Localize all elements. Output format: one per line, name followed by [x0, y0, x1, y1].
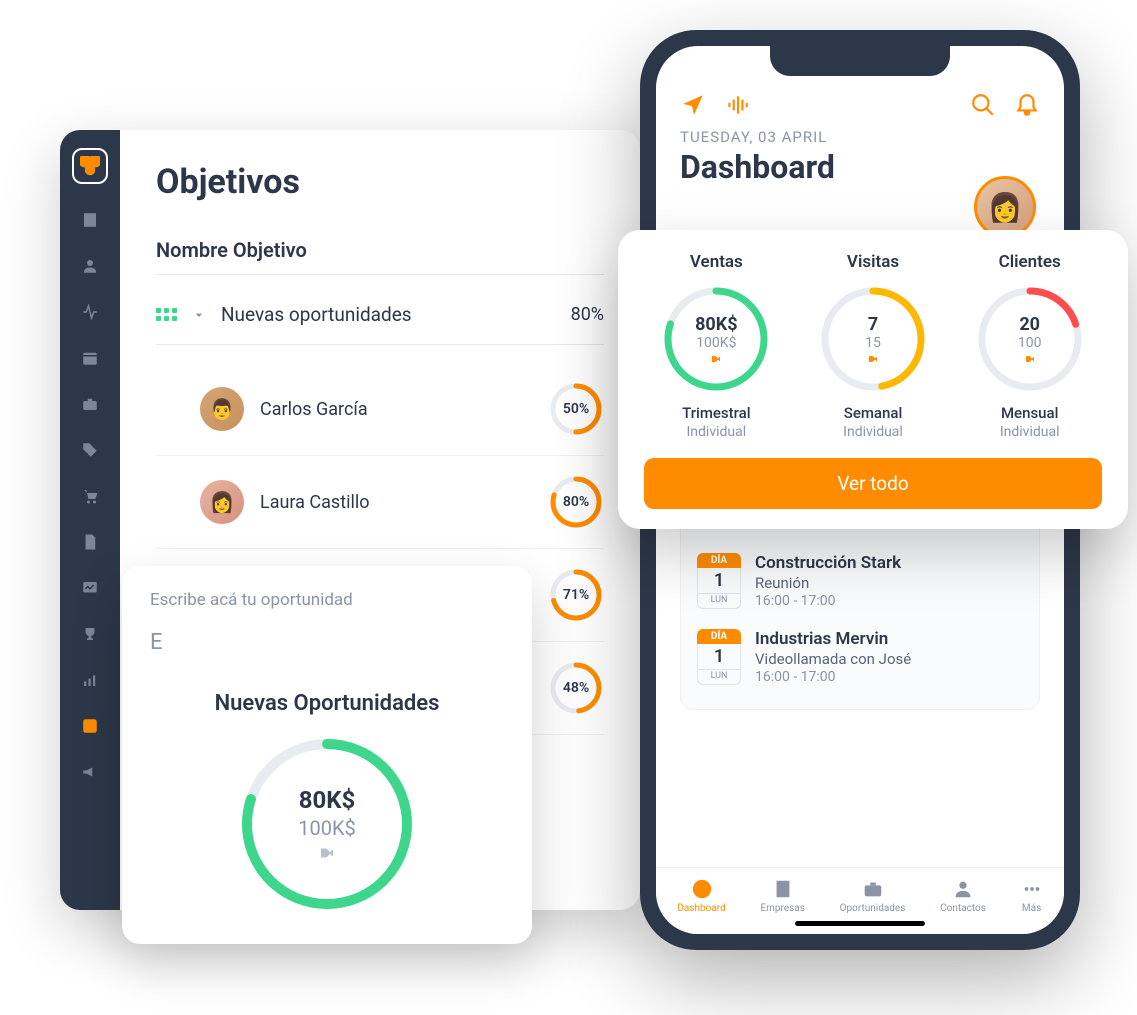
user-avatar-sm: 👨	[200, 387, 244, 431]
megaphone-icon[interactable]	[80, 762, 100, 782]
user-avatar[interactable]: 👩	[974, 176, 1036, 238]
cart-icon[interactable]	[80, 486, 100, 506]
objective-name: Nuevas oportunidades	[221, 303, 557, 326]
event-time: 16:00 - 17:00	[755, 593, 1023, 609]
input-label: Escribe acá tu oportunidad	[150, 590, 504, 610]
user-avatar-sm: 👩	[200, 480, 244, 524]
kpi-column: Visitas 7 15 Semanal Individual	[801, 252, 946, 440]
event-sub: Reunión	[755, 574, 1023, 592]
trophy-nav-icon[interactable]	[80, 624, 100, 644]
user-progress-ring: 71%	[548, 567, 604, 623]
kpi-period: Trimestral	[644, 404, 789, 422]
briefcase-icon[interactable]	[80, 394, 100, 414]
date-badge: DÍA 1 LUN	[697, 629, 741, 685]
opp-chart-title: Nuevas Oportunidades	[150, 691, 504, 716]
bell-icon[interactable]	[1014, 92, 1040, 118]
kpi-card: Ventas 80K$ 100K$ Trimestral Individual …	[618, 230, 1128, 529]
bars-icon[interactable]	[80, 670, 100, 690]
kpi-scope: Individual	[957, 424, 1102, 440]
kpi-title: Ventas	[644, 252, 789, 272]
event-time: 16:00 - 17:00	[755, 669, 1023, 685]
chart-icon[interactable]	[80, 578, 100, 598]
sidebar	[60, 130, 120, 910]
nav-oportunidades[interactable]: Oportunidades	[840, 878, 906, 914]
user-row[interactable]: 👨 Carlos García 50%	[156, 363, 604, 456]
audio-icon[interactable]	[724, 92, 750, 118]
trophy-icon	[318, 844, 336, 862]
user-progress-ring: 48%	[548, 660, 604, 716]
view-all-button[interactable]: Ver todo	[644, 458, 1102, 509]
opportunity-popup: Escribe acá tu oportunidad Nuevas Oportu…	[122, 566, 532, 944]
event-name: Construcción Stark	[755, 553, 1023, 573]
user-icon[interactable]	[80, 256, 100, 276]
dashboard-nav-icon[interactable]	[80, 716, 100, 736]
calendar-icon[interactable]	[80, 348, 100, 368]
column-header: Nombre Objetivo	[156, 238, 604, 262]
search-icon[interactable]	[970, 92, 996, 118]
location-icon[interactable]	[680, 92, 706, 118]
objective-percent: 80%	[571, 304, 604, 325]
date-badge: DÍA 1 LUN	[697, 553, 741, 609]
nav-dashboard[interactable]: Dashboard	[677, 878, 725, 914]
divider	[156, 274, 604, 275]
kpi-scope: Individual	[801, 424, 946, 440]
nav-empresas[interactable]: Empresas	[760, 878, 804, 914]
kpi-ring: 7 15	[818, 284, 928, 394]
trophy-icon	[867, 353, 879, 365]
trophy-icon	[710, 353, 722, 365]
trophy-icon	[1024, 353, 1036, 365]
building-icon[interactable]	[80, 210, 100, 230]
opp-value: 80K$	[299, 786, 356, 814]
event-row[interactable]: DÍA 1 LUN Construcción Stark Reunión 16:…	[697, 543, 1023, 619]
user-name: Carlos García	[260, 399, 532, 420]
page-title: Objetivos	[156, 162, 604, 202]
tag-icon[interactable]	[80, 440, 100, 460]
opportunity-input[interactable]	[150, 624, 504, 677]
opportunity-progress-ring: 80K$ 100K$	[237, 734, 417, 914]
event-row[interactable]: DÍA 1 LUN Industrias Mervin Videollamada…	[697, 619, 1023, 695]
user-progress-ring: 80%	[548, 474, 604, 530]
kpi-period: Mensual	[957, 404, 1102, 422]
kpi-column: Ventas 80K$ 100K$ Trimestral Individual	[644, 252, 789, 440]
phone-title: Dashboard	[680, 148, 1040, 186]
kpi-title: Clientes	[957, 252, 1102, 272]
event-name: Industrias Mervin	[755, 629, 1023, 649]
home-indicator[interactable]	[795, 921, 925, 926]
date-label: TUESDAY, 03 APRIL	[680, 128, 1040, 146]
app-logo[interactable]	[72, 148, 108, 184]
chevron-down-icon[interactable]	[191, 307, 207, 323]
nav-contactos[interactable]: Contactos	[940, 878, 986, 914]
objective-row[interactable]: Nuevas oportunidades 80%	[156, 293, 604, 336]
documents-icon[interactable]	[80, 532, 100, 552]
nav-mas[interactable]: Más	[1021, 878, 1043, 914]
kpi-ring: 20 100	[975, 284, 1085, 394]
user-progress-ring: 50%	[548, 381, 604, 437]
phone-notch	[770, 46, 950, 76]
activity-icon[interactable]	[80, 302, 100, 322]
drag-handle-icon[interactable]	[156, 308, 177, 321]
kpi-title: Visitas	[801, 252, 946, 272]
opp-target: 100K$	[298, 816, 356, 840]
kpi-column: Clientes 20 100 Mensual Individual	[957, 252, 1102, 440]
user-name: Laura Castillo	[260, 492, 532, 513]
kpi-period: Semanal	[801, 404, 946, 422]
event-sub: Videollamada con José	[755, 650, 1023, 668]
kpi-scope: Individual	[644, 424, 789, 440]
divider	[156, 344, 604, 345]
user-row[interactable]: 👩 Laura Castillo 80%	[156, 456, 604, 549]
kpi-ring: 80K$ 100K$	[661, 284, 771, 394]
